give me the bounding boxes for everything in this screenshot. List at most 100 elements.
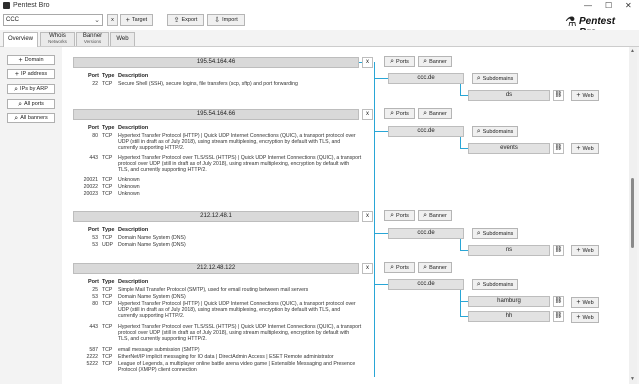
col-type: Type	[102, 125, 115, 131]
col-port: Port	[88, 125, 99, 131]
close-window-button[interactable]: ✕	[625, 1, 632, 10]
port-cell: 25	[92, 287, 98, 293]
export-icon: ⇪	[173, 16, 180, 24]
tab-whois[interactable]: Whois Networks	[40, 32, 75, 46]
port-cell: 587	[89, 347, 98, 353]
clear-target-button[interactable]: x	[107, 14, 118, 26]
port-cell: 53	[92, 242, 98, 248]
import-icon: ⇩	[214, 16, 221, 24]
tab-overview[interactable]: Overview	[3, 32, 38, 47]
desc-line: currently supporting HTTP/2.	[118, 313, 185, 319]
desc-line: Protocol (XMPP) client connection	[118, 367, 197, 373]
search-icon: ⌕	[476, 128, 481, 135]
add-web-button[interactable]: + Web	[571, 297, 599, 308]
web-label: Web	[582, 145, 594, 152]
ports-button[interactable]: ⌕ Ports	[384, 210, 415, 221]
all-banners-button[interactable]: ⌕ All banners	[7, 113, 55, 123]
search-icon: ⌕	[476, 281, 481, 288]
type-cell: TCP	[102, 354, 113, 360]
search-icon: ⌕	[390, 212, 395, 219]
tab-web[interactable]: Web	[110, 32, 135, 46]
target-label: Target	[131, 17, 148, 23]
maximize-button[interactable]: ☐	[605, 1, 612, 10]
banner-button[interactable]: ⌕ Banner	[418, 262, 452, 273]
subdomains-button[interactable]: ⌕ Subdomains	[472, 73, 518, 84]
port-cell: 443	[89, 155, 98, 161]
add-web-button[interactable]: + Web	[571, 143, 599, 154]
desc-cell: Hypertext Transfer Protocol (HTTP) | Qui…	[118, 301, 356, 319]
type-cell: TCP	[102, 361, 113, 367]
banner-button[interactable]: ⌕ Banner	[418, 108, 452, 119]
link-icon[interactable]: ⛓	[553, 143, 564, 154]
minimize-button[interactable]: —	[584, 1, 592, 10]
desc-cell: League of Legends, a multiplayer online …	[118, 361, 355, 373]
target-combobox[interactable]: CCC ⌄	[3, 14, 103, 26]
tree-connector	[460, 95, 468, 96]
banner-button[interactable]: ⌕ Banner	[418, 56, 452, 67]
ips-by-arp-label: IPs by ARP	[20, 86, 48, 92]
banner-button[interactable]: ⌕ Banner	[418, 210, 452, 221]
add-web-button[interactable]: + Web	[571, 90, 599, 101]
link-icon[interactable]: ⛓	[553, 311, 564, 322]
remove-ip-button[interactable]: x	[362, 57, 373, 68]
tree-connector	[460, 316, 468, 317]
add-domain-button[interactable]: + Domain	[7, 55, 55, 65]
type-cell: TCP	[102, 287, 113, 293]
tab-banner[interactable]: Banner Versions	[76, 32, 109, 46]
remove-ip-button[interactable]: x	[362, 211, 373, 222]
port-cell: 5222	[86, 361, 98, 367]
desc-cell: Domain Name System (DNS)	[118, 235, 186, 241]
port-cell: 20023	[83, 191, 98, 197]
desc-cell: Hypertext Transfer Protocol over TLS/SSL…	[118, 155, 361, 173]
link-icon[interactable]: ⛓	[553, 296, 564, 307]
ports-button[interactable]: ⌕ Ports	[384, 108, 415, 119]
add-web-button[interactable]: + Web	[571, 312, 599, 323]
subdomains-button[interactable]: ⌕ Subdomains	[472, 126, 518, 137]
target-button[interactable]: + Target	[120, 14, 153, 26]
ports-button[interactable]: ⌕ Ports	[384, 262, 415, 273]
port-cell: 20021	[83, 177, 98, 183]
search-icon: ⌕	[423, 110, 428, 117]
web-label: Web	[582, 299, 594, 306]
type-cell: TCP	[102, 184, 113, 190]
type-cell: TCP	[102, 133, 113, 139]
scroll-down-icon[interactable]: ▼	[630, 376, 635, 382]
port-cell: 53	[92, 294, 98, 300]
import-label: Import	[222, 17, 238, 23]
add-web-button[interactable]: + Web	[571, 245, 599, 256]
remove-ip-button[interactable]: x	[362, 109, 373, 120]
app-logo: ⚗ Pentest Bro	[565, 14, 635, 38]
desc-cell: email message submission (SMTP)	[118, 347, 200, 353]
ports-label: Ports	[396, 110, 409, 117]
plus-icon: +	[576, 92, 581, 99]
col-port: Port	[88, 227, 99, 233]
subdomains-button[interactable]: ⌕ Subdomains	[472, 279, 518, 290]
ports-button[interactable]: ⌕ Ports	[384, 56, 415, 67]
col-type: Type	[102, 227, 115, 233]
web-label: Web	[582, 92, 594, 99]
link-icon[interactable]: ⛓	[553, 245, 564, 256]
export-button[interactable]: ⇪ Export	[167, 14, 204, 26]
subdomain-node: ns	[468, 245, 550, 256]
subdomains-button[interactable]: ⌕ Subdomains	[472, 228, 518, 239]
add-ip-button[interactable]: + IP address	[7, 69, 55, 79]
chevron-down-icon[interactable]: ⌄	[94, 16, 100, 24]
plus-icon: +	[125, 16, 130, 24]
desc-cell: EtherNet/IP implicit messaging for IO da…	[118, 354, 334, 360]
ips-by-arp-button[interactable]: ⌕ IPs by ARP	[7, 84, 55, 94]
col-description: Description	[118, 227, 149, 233]
tree-connector	[460, 148, 468, 149]
all-ports-button[interactable]: ⌕ All ports	[7, 99, 55, 109]
link-icon[interactable]: ⛓	[553, 90, 564, 101]
port-cell: 443	[89, 324, 98, 330]
col-port: Port	[88, 279, 99, 285]
import-button[interactable]: ⇩ Import	[207, 14, 245, 26]
remove-ip-button[interactable]: x	[362, 263, 373, 274]
plus-icon: +	[576, 145, 581, 152]
tab-sublabel: Networks	[48, 39, 67, 44]
scrollbar-thumb[interactable]	[631, 178, 634, 248]
all-banners-label: All banners	[20, 115, 48, 121]
scroll-up-icon[interactable]: ▲	[630, 48, 635, 54]
desc-cell: Secure Shell (SSH), secure logins, file …	[118, 81, 298, 87]
web-label: Web	[582, 314, 594, 321]
